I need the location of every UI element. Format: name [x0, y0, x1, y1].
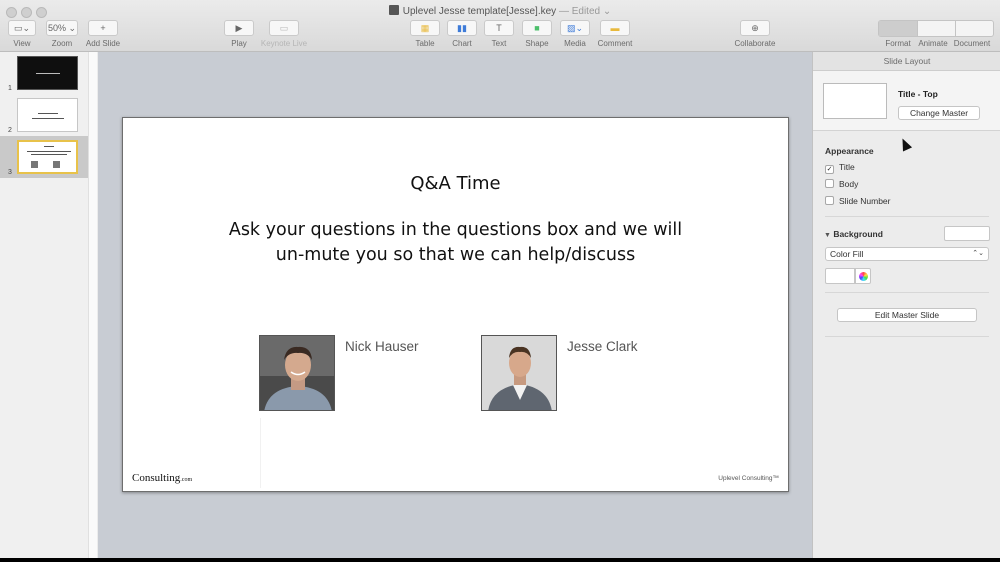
- slide-number-checkbox[interactable]: [825, 196, 834, 205]
- stepper-arrows-icon: ⌃⌄: [972, 250, 984, 257]
- jesse-clark-photo[interactable]: [481, 335, 557, 411]
- body-checkbox-row[interactable]: Body: [825, 179, 858, 190]
- chart-icon: ▮▮: [447, 20, 477, 36]
- slide-thumbnail-1[interactable]: 1: [0, 52, 88, 94]
- plus-icon: +: [88, 20, 118, 36]
- comment-button[interactable]: ▬ Comment: [597, 20, 633, 48]
- title-checkbox[interactable]: ✓: [825, 165, 834, 174]
- slide-2-preview: [17, 98, 78, 132]
- format-tab[interactable]: Format: [881, 39, 915, 48]
- edit-master-slide-button[interactable]: Edit Master Slide: [837, 308, 977, 322]
- slide-number-checkbox-row[interactable]: Slide Number: [825, 196, 891, 207]
- text-button[interactable]: T Text: [484, 20, 514, 48]
- guide-line: [260, 418, 261, 488]
- media-icon: ▨⌄: [560, 20, 590, 36]
- navigator-scrollbar[interactable]: [88, 52, 97, 558]
- color-wheel-button[interactable]: [855, 268, 871, 284]
- section-divider: [825, 216, 989, 217]
- section-divider-3: [825, 336, 989, 337]
- fill-type-select[interactable]: Color Fill ⌃⌄: [825, 247, 989, 261]
- disclosure-triangle-icon[interactable]: ▼: [824, 232, 831, 239]
- add-slide-button[interactable]: + Add Slide: [85, 20, 121, 48]
- document-tab[interactable]: Document: [951, 39, 993, 48]
- media-button[interactable]: ▨⌄ Media: [560, 20, 590, 48]
- format-inspector: Slide Layout Title - Top Change Master A…: [812, 52, 1000, 558]
- text-icon: T: [484, 20, 514, 36]
- slide-navigator: 1 2 3: [0, 52, 97, 558]
- change-master-button[interactable]: Change Master: [898, 106, 980, 120]
- man-portrait-icon: [260, 336, 334, 410]
- collaborate-button[interactable]: ⊕ Collaborate: [733, 20, 777, 48]
- fill-color-well[interactable]: [825, 268, 855, 284]
- comment-icon: ▬: [600, 20, 630, 36]
- zoom-menu[interactable]: 50% ⌄ Zoom: [46, 20, 78, 48]
- toolbar: Uplevel Jesse template[Jesse].key — Edit…: [0, 0, 1000, 52]
- play-button[interactable]: ▶ Play: [224, 20, 254, 48]
- title-checkbox-row[interactable]: ✓ Title: [825, 162, 855, 174]
- chart-button[interactable]: ▮▮ Chart: [447, 20, 477, 48]
- slide-3-preview: [17, 140, 78, 174]
- color-wheel-icon: [859, 272, 868, 281]
- keynote-live-button[interactable]: ▭ Keynote Live: [260, 20, 308, 48]
- animate-diamond-icon[interactable]: [917, 21, 955, 36]
- slide-canvas: Q&A Time Ask your questions in the quest…: [98, 52, 812, 558]
- inspector-segmented-control: [878, 20, 994, 37]
- table-icon: ▦: [410, 20, 440, 36]
- document-icon[interactable]: [955, 21, 993, 36]
- consulting-logo: Consulting.com: [132, 472, 193, 484]
- section-divider-2: [825, 292, 989, 293]
- slide-title[interactable]: Q&A Time: [123, 173, 788, 194]
- appearance-heading: Appearance: [825, 146, 874, 156]
- person-name-nick[interactable]: Nick Hauser: [345, 339, 419, 354]
- keynote-window: Uplevel Jesse template[Jesse].key — Edit…: [0, 0, 1000, 558]
- master-section: Title - Top Change Master: [813, 71, 1000, 131]
- keynote-doc-icon: [388, 5, 399, 15]
- slide-body[interactable]: Ask your questions in the questions box …: [183, 218, 728, 268]
- master-name: Title - Top: [898, 89, 938, 99]
- nick-hauser-photo[interactable]: [259, 335, 335, 411]
- master-thumbnail[interactable]: [823, 83, 887, 119]
- animate-tab[interactable]: Animate: [915, 39, 951, 48]
- shape-icon: ■: [522, 20, 552, 36]
- slide-footer: Uplevel Consulting™: [718, 475, 779, 482]
- sidebar-view-icon: ▭⌄: [8, 20, 36, 36]
- table-button[interactable]: ▦ Table: [410, 20, 440, 48]
- slide-1-preview: [17, 56, 78, 90]
- keynote-live-icon: ▭: [269, 20, 299, 36]
- body-checkbox[interactable]: [825, 179, 834, 188]
- background-heading[interactable]: ▼ Background: [824, 229, 883, 239]
- man-in-suit-portrait-icon: [482, 336, 556, 410]
- shape-button[interactable]: ■ Shape: [522, 20, 552, 48]
- collaborate-icon: ⊕: [740, 20, 770, 36]
- play-icon: ▶: [224, 20, 254, 36]
- slide-thumbnail-3[interactable]: 3: [0, 136, 88, 178]
- window-title: Uplevel Jesse template[Jesse].key — Edit…: [0, 5, 1000, 17]
- format-paintbrush-icon[interactable]: [879, 21, 917, 36]
- inspector-header: Slide Layout: [813, 52, 1000, 71]
- slide-thumbnail-2[interactable]: 2: [0, 94, 88, 136]
- view-button[interactable]: ▭⌄ View: [8, 20, 36, 48]
- background-color-swatch[interactable]: [944, 226, 990, 241]
- current-slide[interactable]: Q&A Time Ask your questions in the quest…: [122, 117, 789, 492]
- person-name-jesse[interactable]: Jesse Clark: [567, 339, 638, 354]
- edited-indicator[interactable]: — Edited ⌄: [559, 6, 611, 17]
